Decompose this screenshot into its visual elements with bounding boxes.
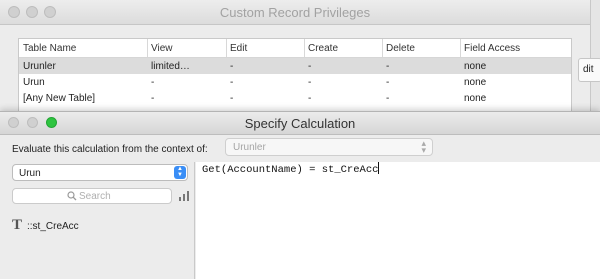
column-divider xyxy=(147,39,148,57)
calculation-title-bar: Specify Calculation xyxy=(0,112,600,135)
chevron-up-down-icon: ▴ ▾ xyxy=(421,138,426,155)
column-header-create[interactable]: Create xyxy=(308,43,338,54)
row-edit[interactable]: - xyxy=(230,61,233,72)
field-list-pane: Urun ▲▼ T ::st_CreAcc xyxy=(0,162,195,279)
search-input[interactable] xyxy=(79,190,159,202)
row-view[interactable]: limited… xyxy=(151,61,190,72)
text-cursor xyxy=(378,162,380,174)
table-selector-value: Urun xyxy=(19,168,41,179)
row-delete[interactable]: - xyxy=(386,93,389,104)
text-field-icon: T xyxy=(12,217,23,233)
column-header-table-name[interactable]: Table Name xyxy=(23,43,76,54)
row-edit[interactable]: - xyxy=(230,77,233,88)
formula-text-row: Get(AccountName) = st_CreAcc xyxy=(202,162,380,176)
context-dropdown-value: Urunler xyxy=(233,142,266,153)
context-dropdown[interactable]: Urunler ▴ ▾ xyxy=(225,138,433,156)
table-row[interactable]: [Any New Table] - - - - none xyxy=(19,90,571,106)
column-header-edit[interactable]: Edit xyxy=(230,43,247,54)
field-search[interactable] xyxy=(12,188,172,204)
column-divider xyxy=(226,39,227,57)
row-field-access[interactable]: none xyxy=(464,61,486,72)
field-name: ::st_CreAcc xyxy=(27,221,79,232)
row-field-access[interactable]: none xyxy=(464,77,486,88)
row-create[interactable]: - xyxy=(308,77,311,88)
privileges-title-bar: Custom Record Privileges xyxy=(0,0,590,25)
specify-calculation-dialog: Specify Calculation Evaluate this calcul… xyxy=(0,111,600,279)
column-header-delete[interactable]: Delete xyxy=(386,43,415,54)
column-divider xyxy=(382,39,383,57)
row-view[interactable]: - xyxy=(151,77,154,88)
table-header-row: Table Name View Edit Create Delete Field… xyxy=(19,39,571,58)
row-table-name: Urunler xyxy=(23,61,56,72)
column-header-field-access[interactable]: Field Access xyxy=(464,43,520,54)
row-create[interactable]: - xyxy=(308,61,311,72)
formula-editor[interactable]: Get(AccountName) = st_CreAcc xyxy=(196,162,600,279)
bar-chart-sort-icon[interactable] xyxy=(178,190,190,202)
row-delete[interactable]: - xyxy=(386,61,389,72)
row-edit[interactable]: - xyxy=(230,93,233,104)
row-delete[interactable]: - xyxy=(386,77,389,88)
privileges-table[interactable]: Table Name View Edit Create Delete Field… xyxy=(18,38,572,120)
row-table-name: Urun xyxy=(23,77,45,88)
calculation-window-title: Specify Calculation xyxy=(244,116,356,131)
column-header-view[interactable]: View xyxy=(151,43,173,54)
chevron-up-down-icon: ▲ ▼ xyxy=(174,166,186,179)
edit-button[interactable]: dit xyxy=(578,58,600,82)
search-icon xyxy=(67,191,77,201)
column-divider xyxy=(304,39,305,57)
table-row[interactable]: Urun - - - - none xyxy=(19,74,571,90)
row-view[interactable]: - xyxy=(151,93,154,104)
table-selector-dropdown[interactable]: Urun ▲ ▼ xyxy=(12,164,188,181)
table-row[interactable]: Urunler limited… - - - none xyxy=(19,58,571,74)
context-label: Evaluate this calculation from the conte… xyxy=(12,144,208,155)
privileges-window-title: Custom Record Privileges xyxy=(219,5,371,20)
row-create[interactable]: - xyxy=(308,93,311,104)
row-table-name: [Any New Table] xyxy=(23,93,96,104)
column-divider xyxy=(460,39,461,57)
row-field-access[interactable]: none xyxy=(464,93,486,104)
formula-text: Get(AccountName) = st_CreAcc xyxy=(202,164,379,176)
